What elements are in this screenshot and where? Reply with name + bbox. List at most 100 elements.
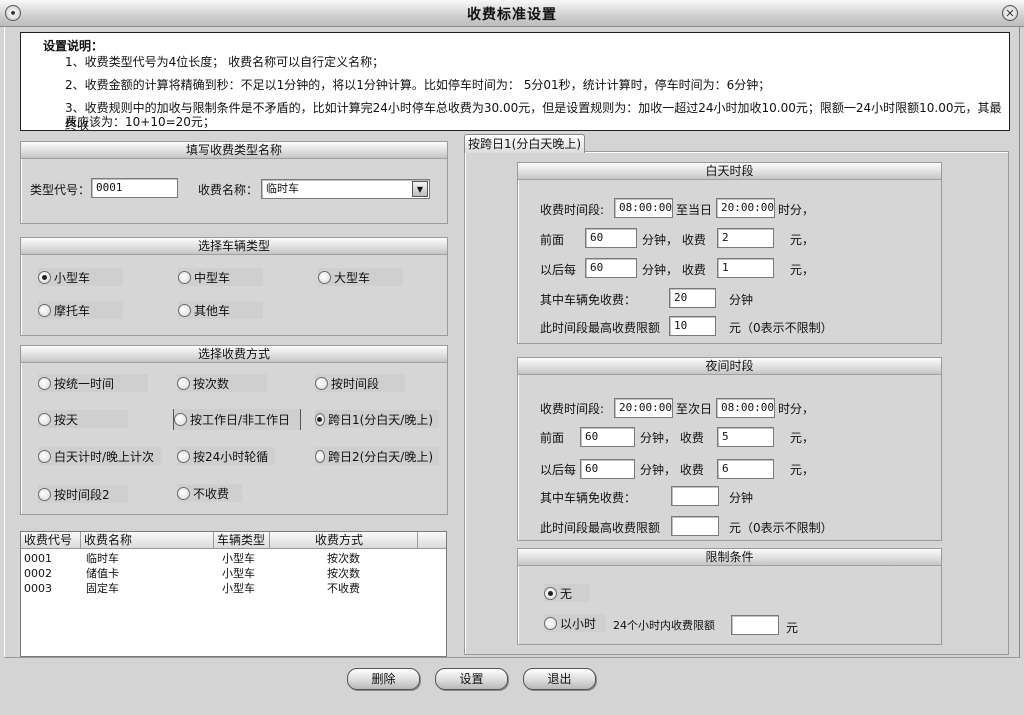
day-free-minutes-input[interactable]: 20	[669, 288, 716, 308]
radio-label: 摩托车	[54, 303, 91, 318]
vehicle-type-header: 选择车辆类型	[21, 238, 447, 255]
day-first-label: 前面	[540, 233, 565, 247]
day-max-unit: 元（0表示不限制）	[729, 321, 833, 335]
radio-label: 按24小时轮循	[193, 449, 269, 464]
fee-method-header: 选择收费方式	[21, 346, 447, 363]
table-cell: 固定车	[86, 582, 119, 595]
fee-method-group: 选择收费方式 按统一时间 按次数 按时间段 按天 按工作日/非工作日 跨日1(分…	[20, 345, 448, 515]
table-row[interactable]: 0003 固定车 小型车 不收费	[24, 582, 444, 597]
day-after-fee-input[interactable]: 1	[717, 258, 774, 278]
day-free-unit: 分钟	[729, 293, 754, 307]
radio-vehicle-large[interactable]: 大型车	[318, 268, 403, 286]
fee-type-group: 填写收费类型名称 类型代号： 0001 收费名称： 临时车 ▼	[20, 141, 448, 224]
night-yuan-label: 元，	[790, 431, 815, 445]
limit-condition-group: 限制条件 无 以小时 24个小时内收费限额 元	[517, 548, 942, 645]
radio-method-workday[interactable]: 按工作日/非工作日	[173, 409, 301, 430]
night-first-fee-input[interactable]: 5	[717, 427, 774, 447]
delete-button[interactable]: 删除	[347, 668, 420, 690]
radio-label: 不收费	[193, 486, 230, 501]
set-button[interactable]: 设置	[435, 668, 508, 690]
day-after-label: 以后每	[540, 263, 577, 277]
column-header[interactable]: 车辆类型	[214, 532, 270, 549]
radio-limit-hours[interactable]: 以小时	[544, 614, 606, 632]
fee-name-select[interactable]: 临时车	[261, 179, 430, 199]
radio-method-period[interactable]: 按时间段	[315, 374, 405, 392]
table-row[interactable]: 0001 临时车 小型车 按次数	[24, 552, 444, 567]
radio-label: 其他车	[194, 303, 231, 318]
night-first-label: 前面	[540, 431, 565, 445]
radio-vehicle-small[interactable]: 小型车	[38, 268, 123, 286]
table-header: 收费代号 收费名称 车辆类型 收费方式	[21, 532, 446, 549]
column-header[interactable]: 收费名称	[81, 532, 214, 549]
day-end-time-input[interactable]: 20:00:00	[716, 198, 775, 218]
day-to-label: 至当日	[676, 203, 713, 217]
radio-method-period2[interactable]: 按时间段2	[38, 485, 128, 503]
exit-button[interactable]: 退出	[523, 668, 596, 690]
night-free-label: 其中车辆免收费：	[540, 491, 637, 505]
radio-method-day[interactable]: 按天	[38, 410, 128, 428]
radio-label: 按时间段2	[54, 487, 110, 502]
radio-selected-icon	[315, 412, 325, 426]
radio-vehicle-other[interactable]: 其他车	[178, 301, 263, 319]
column-header[interactable]: 收费方式	[270, 532, 418, 549]
day-period-group: 白天时段 收费时间段: 08:00:00 至当日 20:00:00 时分， 前面…	[517, 162, 942, 344]
radio-icon	[38, 376, 51, 390]
night-after-fee-input[interactable]: 6	[717, 459, 774, 479]
day-after-minutes-input[interactable]: 60	[585, 258, 637, 278]
description-heading: 设置说明：	[43, 39, 104, 53]
night-after-fee-label: 分钟， 收费	[640, 463, 704, 477]
fee-standard-table[interactable]: 收费代号 收费名称 车辆类型 收费方式 0001 临时车 小型车 按次数 000…	[20, 531, 447, 657]
radio-method-free[interactable]: 不收费	[177, 484, 242, 502]
table-row[interactable]: 0002 储值卡 小型车 按次数	[24, 567, 444, 582]
radio-method-count[interactable]: 按次数	[177, 374, 267, 392]
radio-vehicle-medium[interactable]: 中型车	[178, 268, 263, 286]
chevron-down-icon[interactable]: ▼	[412, 181, 428, 197]
tab-crossday1[interactable]: 按跨日1(分白天晚上)	[464, 134, 585, 153]
limit-hours-input[interactable]	[731, 615, 779, 635]
column-header[interactable]: 收费代号	[21, 532, 81, 549]
table-cell: 0001	[24, 552, 52, 565]
night-max-label: 此时间段最高收费限额	[540, 521, 661, 535]
radio-icon	[177, 486, 190, 500]
radio-method-crossday2[interactable]: 跨日2(分白天/晚上)	[315, 447, 439, 465]
night-to-label: 至次日	[676, 402, 713, 416]
description-line: 1、收费类型代号为4位长度； 收费名称可以自行定义名称；	[65, 55, 385, 69]
radio-method-day-time-night-count[interactable]: 白天计时/晚上计次	[38, 447, 162, 465]
day-first-minutes-input[interactable]: 60	[585, 228, 637, 248]
day-period-header: 白天时段	[518, 163, 941, 180]
radio-method-crossday1[interactable]: 跨日1(分白天/晚上)	[315, 410, 439, 428]
day-start-time-input[interactable]: 08:00:00	[614, 198, 673, 218]
close-icon[interactable]: ✕	[1002, 5, 1018, 21]
limit-hours-label: 24个小时内收费限额	[613, 619, 715, 632]
radio-method-unified[interactable]: 按统一时间	[38, 374, 148, 392]
radio-label: 按天	[54, 412, 79, 427]
settings-description: 设置说明： 1、收费类型代号为4位长度； 收费名称可以自行定义名称； 2、收费金…	[20, 32, 1010, 132]
night-free-unit: 分钟	[729, 491, 754, 505]
radio-icon	[38, 449, 51, 463]
night-max-fee-input[interactable]	[671, 516, 719, 536]
night-free-minutes-input[interactable]	[671, 486, 719, 506]
table-cell: 按次数	[327, 552, 360, 565]
radio-icon	[177, 376, 190, 390]
night-after-label: 以后每	[540, 463, 577, 477]
radio-icon	[174, 413, 187, 426]
day-first-fee-input[interactable]: 2	[717, 228, 774, 248]
radio-method-24h-cycle[interactable]: 按24小时轮循	[177, 447, 275, 465]
night-end-time-input[interactable]: 08:00:00	[716, 398, 775, 418]
radio-vehicle-motorcycle[interactable]: 摩托车	[38, 301, 123, 319]
night-after-minutes-input[interactable]: 60	[580, 459, 635, 479]
type-code-input[interactable]: 0001	[91, 178, 178, 198]
day-max-fee-input[interactable]: 10	[669, 316, 716, 336]
table-cell: 0002	[24, 567, 52, 580]
radio-label: 跨日1(分白天/晚上)	[327, 412, 433, 427]
night-first-fee-label: 分钟， 收费	[640, 431, 704, 445]
radio-limit-none[interactable]: 无	[544, 584, 590, 602]
radio-label: 按工作日/非工作日	[190, 413, 291, 427]
table-cell: 不收费	[327, 582, 360, 595]
night-start-time-input[interactable]: 20:00:00	[614, 398, 673, 418]
day-after-fee-label: 分钟， 收费	[642, 263, 706, 277]
night-first-minutes-input[interactable]: 60	[580, 427, 635, 447]
radio-icon	[318, 270, 331, 284]
radio-icon	[178, 303, 191, 317]
night-max-unit: 元（0表示不限制）	[729, 521, 833, 535]
